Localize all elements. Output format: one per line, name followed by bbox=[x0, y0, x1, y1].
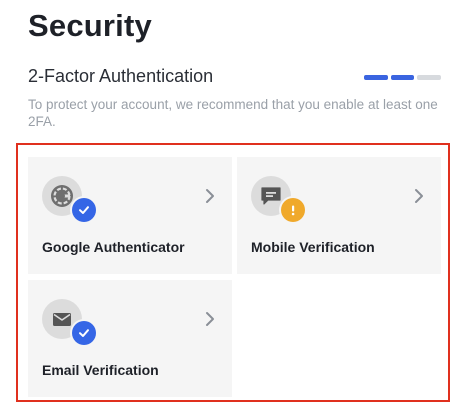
google-authenticator-card[interactable]: Google Authenticator bbox=[28, 157, 232, 274]
setup-progress-bar bbox=[364, 75, 442, 80]
check-badge-icon bbox=[72, 198, 96, 222]
card-icon bbox=[42, 299, 102, 347]
method-label: Google Authenticator bbox=[42, 239, 185, 255]
warning-badge-icon bbox=[281, 198, 305, 222]
mobile-verification-card[interactable]: Mobile Verification bbox=[237, 157, 441, 274]
chevron-right-icon bbox=[206, 312, 214, 326]
progress-segment bbox=[390, 75, 415, 80]
progress-segment bbox=[417, 75, 442, 80]
check-badge-icon bbox=[72, 321, 96, 345]
progress-segment bbox=[364, 75, 388, 80]
email-verification-card[interactable]: Email Verification bbox=[28, 280, 232, 397]
page-title: Security bbox=[28, 8, 152, 43]
chevron-right-icon bbox=[206, 189, 214, 203]
card-icon bbox=[42, 176, 102, 224]
card-icon bbox=[251, 176, 311, 224]
section-title: 2-Factor Authentication bbox=[28, 66, 214, 86]
chevron-right-icon bbox=[415, 189, 423, 203]
method-label: Email Verification bbox=[42, 362, 159, 378]
method-label: Mobile Verification bbox=[251, 239, 375, 255]
section-description: To protect your account, we recommend th… bbox=[28, 97, 438, 129]
